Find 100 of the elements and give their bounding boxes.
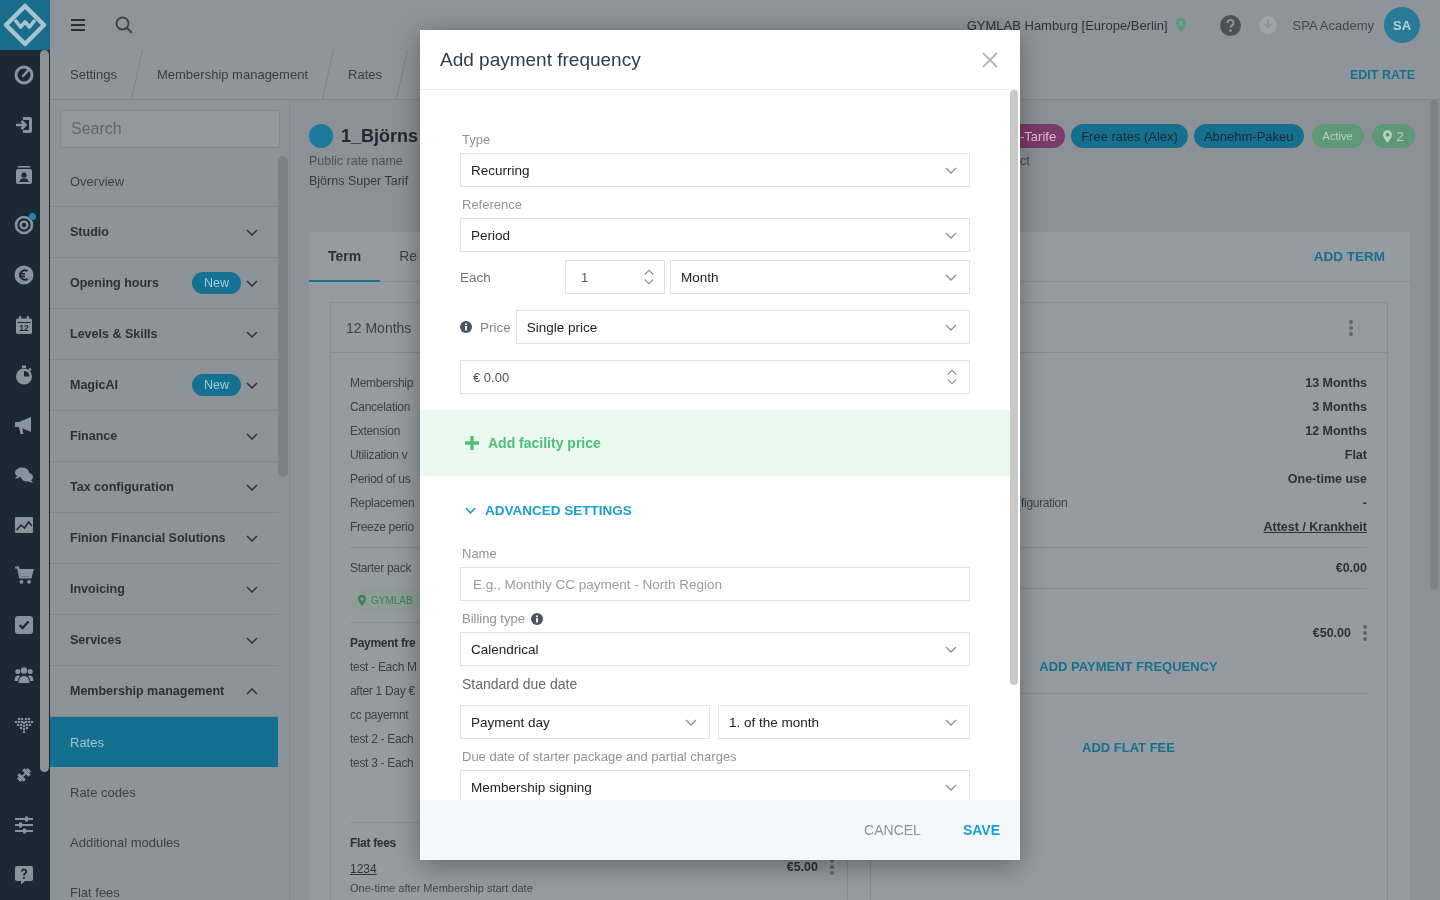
chevron-icon: [945, 323, 957, 331]
cart-icon[interactable]: [14, 565, 34, 585]
unit-select[interactable]: Month: [670, 260, 970, 294]
stepper-icon[interactable]: [947, 368, 957, 386]
nav-item[interactable]: Additional modules: [50, 817, 278, 867]
nav-item[interactable]: Tax configuration: [50, 462, 278, 513]
payment-item: test - Each M: [350, 660, 417, 674]
field-label: Billing type: [462, 610, 525, 628]
payment-price: €50.00: [1312, 626, 1351, 640]
field-label: Type: [461, 131, 492, 149]
chevron-icon: [945, 166, 957, 174]
save-button[interactable]: SAVE: [940, 810, 1020, 850]
help-icon[interactable]: [1219, 14, 1241, 36]
billing-type-select[interactable]: Calendrical: [460, 632, 970, 666]
cancel-button[interactable]: CANCEL: [844, 810, 941, 850]
row-value: 3 Months: [1312, 400, 1367, 414]
nav-item[interactable]: Opening hours New: [50, 258, 278, 309]
scrollbar-thumb[interactable]: [40, 50, 49, 772]
new-feature-badge: New: [192, 272, 241, 294]
row-label: Utilization v: [350, 448, 408, 462]
field-label: Name: [461, 545, 498, 563]
rate-tag: Abnehm-Pakeu: [1193, 124, 1304, 148]
section-title: Payment fre: [350, 636, 416, 650]
location-pin-icon: [358, 594, 366, 606]
due-basis-select[interactable]: Payment day: [460, 705, 710, 739]
breadcrumb-link[interactable]: Rates: [334, 50, 396, 99]
nav-item[interactable]: Rate codes: [50, 767, 278, 817]
contact-card-icon[interactable]: [14, 165, 34, 185]
price-type-select[interactable]: Single price: [515, 310, 970, 344]
nav-item[interactable]: Services: [50, 615, 278, 666]
term-tab[interactable]: Term: [309, 232, 381, 282]
stopwatch-icon[interactable]: [14, 365, 34, 385]
term-tab[interactable]: Re: [380, 232, 418, 282]
heart-icon[interactable]: [14, 715, 34, 735]
menu-icon[interactable]: [71, 19, 85, 31]
payment-item: after 1 Day €: [350, 684, 415, 698]
add-facility-price-button[interactable]: Add facility price: [465, 435, 601, 451]
info-icon[interactable]: [530, 613, 543, 625]
advanced-settings-toggle[interactable]: ADVANCED SETTINGS: [460, 494, 632, 526]
search-icon[interactable]: [115, 16, 133, 34]
user-avatar[interactable]: SA: [1384, 7, 1420, 43]
payment-item: cc payemnt: [350, 708, 409, 722]
row-link[interactable]: Attest / Krankheit: [1263, 520, 1367, 534]
starter-due-date-select[interactable]: Membership signing: [460, 770, 970, 800]
breadcrumb-link[interactable]: Settings: [50, 50, 131, 99]
new-feature-badge: New: [192, 374, 241, 396]
help-bubble-icon[interactable]: [14, 865, 34, 885]
checkbox-icon[interactable]: [14, 615, 34, 635]
field-label: Reference: [461, 196, 523, 214]
image-icon[interactable]: [14, 515, 34, 535]
field-label: Due date of starter package and partial charges: [461, 748, 738, 766]
text-fragment: ct: [1020, 154, 1030, 168]
section-title: Flat fees: [350, 836, 396, 850]
row-label: figuration: [1021, 496, 1068, 510]
kebab-menu-icon[interactable]: [830, 859, 834, 875]
payment-item: test 2 - Each: [350, 732, 414, 746]
euro-icon[interactable]: [14, 265, 34, 285]
due-day-select[interactable]: 1. of the month: [718, 705, 970, 739]
name-field[interactable]: E.g., Monthly CC payment - North Region: [460, 567, 970, 601]
nav-item[interactable]: MagicAI New: [50, 360, 278, 411]
nav-item[interactable]: Invoicing: [50, 564, 278, 615]
row-label: Cancelation: [350, 400, 411, 414]
status-badge: Active: [1311, 124, 1364, 148]
location-name[interactable]: GYMLAB Hamburg [Europe/Berlin]: [966, 17, 1168, 33]
row-label: Period of us: [350, 472, 411, 486]
chevron-icon: [945, 645, 957, 653]
logo-icon[interactable]: [0, 0, 50, 50]
user-name: SPA Academy: [1292, 17, 1374, 33]
target-icon[interactable]: [14, 215, 34, 235]
flat-fee-price: €5.00: [786, 860, 818, 874]
type-select[interactable]: Recurring: [460, 153, 970, 187]
gauge-icon[interactable]: [14, 65, 34, 85]
public-name: Björns Super Tarif: [309, 173, 409, 189]
chat-icon[interactable]: [14, 465, 34, 485]
flat-fee-link[interactable]: 1234: [350, 861, 377, 877]
nav-item[interactable]: Flat fees: [50, 867, 278, 900]
sign-in-icon[interactable]: [14, 115, 34, 135]
scrollbar-thumb[interactable]: [1010, 90, 1018, 685]
chevron-icon: [945, 231, 957, 239]
flat-fee-note: One-time after Membership start date: [350, 881, 533, 895]
number-field[interactable]: 1: [565, 260, 665, 294]
breadcrumb-link[interactable]: Membership management: [143, 50, 322, 99]
sliders-icon[interactable]: [14, 815, 34, 835]
nav-item[interactable]: Rates: [50, 717, 278, 767]
chevron-icon: [685, 718, 697, 726]
megaphone-icon[interactable]: [14, 415, 34, 435]
amount-field[interactable]: € 0.00: [460, 360, 970, 394]
studio-name: GYMLAB: [371, 594, 413, 606]
nav-item[interactable]: Finion Financial Solutions: [50, 513, 278, 564]
reference-select[interactable]: Period: [460, 218, 970, 252]
users-icon[interactable]: [14, 665, 34, 685]
chevron-icon: [945, 718, 957, 726]
stepper-icon[interactable]: [644, 268, 654, 286]
calendar-icon[interactable]: 12: [14, 315, 34, 335]
payment-item: test 3 - Each: [350, 756, 414, 770]
location-pin-icon: [1175, 18, 1186, 32]
info-icon[interactable]: [460, 321, 472, 333]
row-value: 12 Months: [1305, 424, 1367, 438]
field-label: Price: [480, 319, 511, 335]
dumbbell-icon[interactable]: [14, 765, 34, 785]
